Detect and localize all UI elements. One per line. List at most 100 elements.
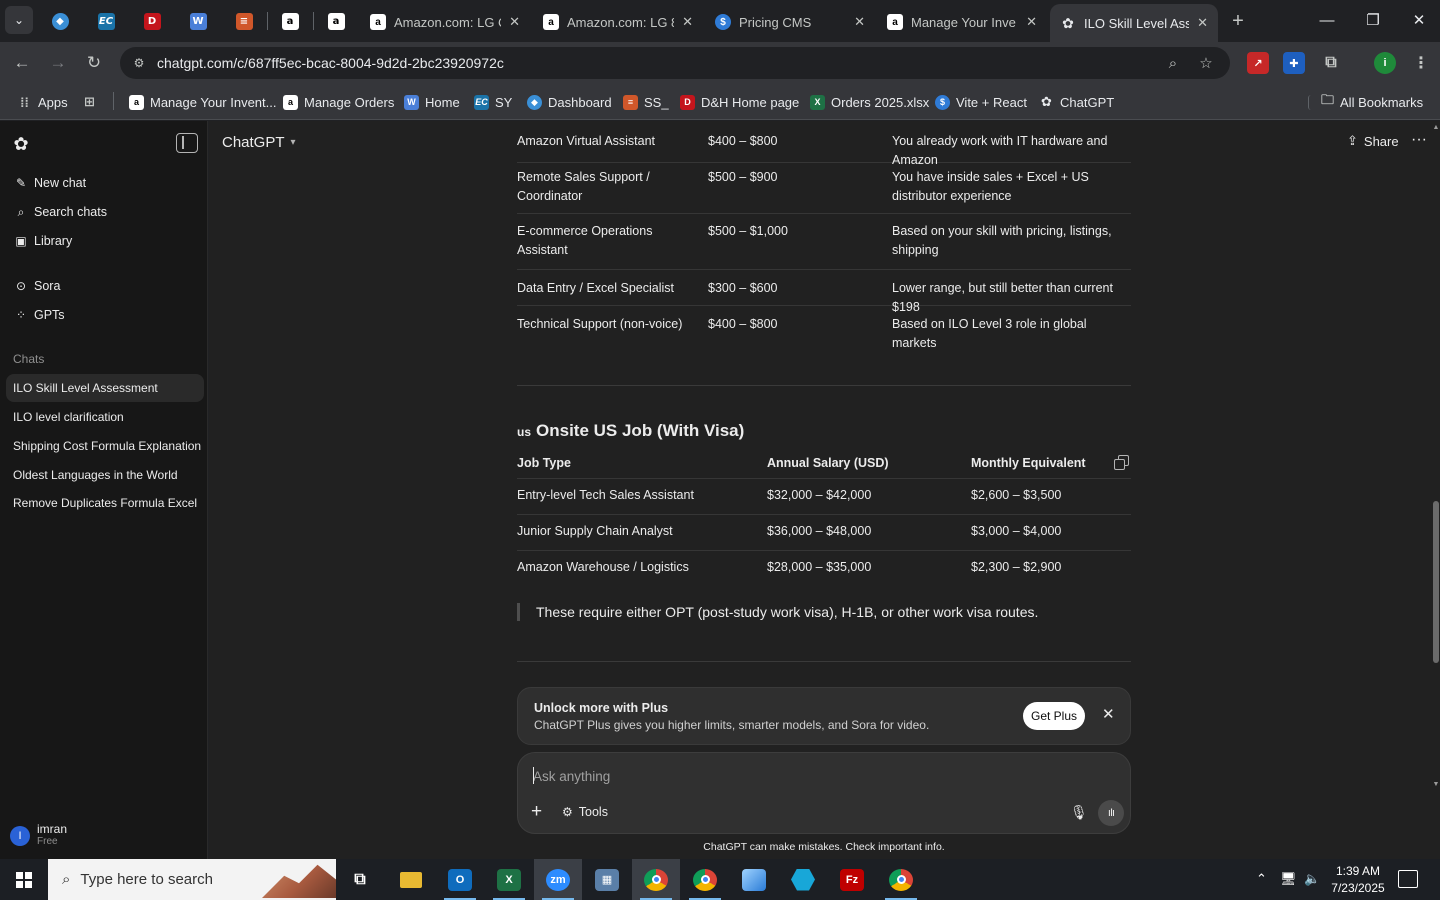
taskbar-calculator[interactable]: ▦ — [583, 859, 631, 900]
address-bar[interactable]: ⚙ chatgpt.com/c/687ff5ec-bcac-8004-9d2d-… — [120, 47, 1230, 79]
plus-icon[interactable]: + — [531, 801, 542, 823]
bookmark-ss[interactable]: ≡ SS_ — [623, 92, 669, 112]
pinned-tab[interactable]: EC — [93, 8, 119, 34]
scroll-up-icon[interactable]: ▲ — [1432, 124, 1440, 131]
new-chat-button[interactable]: ✎ New chat — [6, 169, 202, 197]
pinned-tab[interactable]: a — [323, 8, 349, 34]
column-header: Monthly Equivalent — [971, 456, 1086, 470]
copy-table-icon[interactable] — [1114, 455, 1129, 470]
site-settings-icon[interactable]: ⚙ — [130, 54, 148, 72]
bookmark-apps[interactable]: ⁞⁞ Apps — [17, 92, 67, 112]
bookmark-manage-inventory[interactable]: a Manage Your Invent... — [129, 92, 276, 112]
note-cell: You have inside sales + Excel + US distr… — [892, 170, 1089, 203]
extension-pdf-icon[interactable]: ↗ — [1247, 52, 1269, 74]
taskbar-search[interactable]: ⌕ Type here to search — [48, 859, 336, 900]
close-icon[interactable]: ✕ — [1026, 14, 1037, 30]
taskbar-zoom[interactable]: zm — [534, 859, 582, 900]
model-picker[interactable]: ChatGPT ▾ — [222, 134, 296, 151]
tools-button[interactable]: ⚙ Tools — [562, 805, 608, 819]
bookmark-dashboard[interactable]: ◆ Dashboard — [527, 92, 612, 112]
tab-title: Manage Your Inve — [911, 14, 1016, 30]
menu-kebab-icon[interactable]: ⋮ — [1410, 52, 1432, 74]
reload-button[interactable]: ↻ — [80, 49, 108, 77]
gpts-button[interactable]: ⁘ GPTs — [6, 301, 202, 329]
extensions-puzzle-icon[interactable]: ⧉ — [1320, 52, 1342, 74]
bookmark-dh-home[interactable]: D D&H Home page — [680, 92, 799, 112]
chat-item-ilo-skill-level[interactable]: ILO Skill Level Assessment — [6, 374, 204, 402]
more-options-icon[interactable]: ··· — [1411, 131, 1427, 149]
taskbar-chrome-1[interactable] — [632, 859, 680, 900]
minimize-button[interactable]: — — [1304, 5, 1350, 35]
all-bookmarks[interactable]: 🗀 All Bookmarks — [1308, 92, 1423, 112]
taskbar-chrome-3[interactable] — [877, 859, 925, 900]
taskbar-app-hex[interactable] — [779, 859, 827, 900]
pinned-tab[interactable]: ◆ — [47, 8, 73, 34]
tab-ilo-skill-level[interactable]: ✿ ILO Skill Level Asse ✕ — [1050, 4, 1218, 42]
taskbar-app-blue[interactable] — [730, 859, 778, 900]
tray-overflow-icon[interactable]: ⌃ — [1256, 871, 1267, 887]
bookmark-sy[interactable]: EC SY — [474, 92, 512, 112]
avatar: I — [10, 825, 30, 846]
star-icon[interactable]: ☆ — [1196, 53, 1216, 73]
bookmark-manage-orders[interactable]: a Manage Orders — [283, 92, 394, 112]
scroll-down-icon[interactable]: ▼ — [1432, 781, 1440, 788]
tab-amazon-lg-c[interactable]: a Amazon.com: LG C ✕ — [360, 5, 530, 39]
search-chats-button[interactable]: ⌕ Search chats — [6, 198, 202, 226]
taskbar-outlook[interactable]: O — [436, 859, 484, 900]
chat-item-ilo-level-clarification[interactable]: ILO level clarification — [6, 403, 204, 431]
amazon-icon: a — [370, 14, 386, 30]
notification-icon[interactable] — [1398, 870, 1418, 888]
volume-icon[interactable]: 🔈 — [1304, 871, 1320, 887]
profile-avatar[interactable]: i — [1374, 52, 1396, 74]
close-icon[interactable]: ✕ — [1197, 15, 1208, 31]
taskbar-file-explorer[interactable] — [387, 859, 435, 900]
chat-item-shipping-cost[interactable]: Shipping Cost Formula Explanation — [6, 432, 204, 460]
tab-pricing-cms[interactable]: $ Pricing CMS ✕ — [705, 5, 875, 39]
restore-button[interactable]: ❐ — [1350, 5, 1396, 35]
system-clock[interactable]: 1:39 AM 7/23/2025 — [1326, 863, 1390, 897]
taskbar-filezilla[interactable]: Fz — [828, 859, 876, 900]
url-text[interactable]: chatgpt.com/c/687ff5ec-bcac-8004-9d2d-2b… — [157, 55, 504, 71]
user-profile[interactable]: I imran Free — [10, 823, 67, 848]
bookmark-chatgpt[interactable]: ✿ ChatGPT — [1039, 92, 1114, 112]
back-button[interactable]: ← — [8, 49, 36, 77]
bookmark-vite-react[interactable]: $ Vite + React — [935, 92, 1027, 112]
microphone-icon[interactable]: 🎙 — [1070, 804, 1088, 821]
extension-blue-icon[interactable]: ✚ — [1283, 52, 1305, 74]
task-view-button[interactable]: ⧉ — [336, 859, 384, 900]
share-button[interactable]: ⇪ Share — [1347, 133, 1399, 149]
close-icon[interactable]: ✕ — [509, 14, 520, 30]
get-plus-button[interactable]: Get Plus — [1023, 702, 1085, 730]
forward-button[interactable]: → — [44, 49, 72, 77]
pinned-tab[interactable]: W — [185, 8, 211, 34]
taskbar-chrome-2[interactable] — [681, 859, 729, 900]
sora-button[interactable]: ⊙ Sora — [6, 272, 202, 300]
prompt-input[interactable] — [533, 767, 1073, 785]
network-icon[interactable]: 🖥 — [1280, 871, 1297, 887]
sidebar-toggle-icon[interactable] — [176, 133, 198, 153]
bookmark-tab-groups[interactable]: ⊞ — [82, 92, 103, 112]
close-icon[interactable]: ✕ — [682, 14, 693, 30]
zoom-icon[interactable]: ⌕ — [1163, 53, 1183, 73]
scrollbar-thumb[interactable] — [1433, 501, 1439, 663]
bookmark-home[interactable]: W Home — [404, 92, 460, 112]
new-tab-button[interactable]: + — [1225, 8, 1251, 34]
close-window-button[interactable]: ✕ — [1396, 5, 1440, 35]
pinned-tab[interactable]: ≡ — [231, 8, 257, 34]
tab-manage-inventory[interactable]: a Manage Your Inve ✕ — [877, 5, 1047, 39]
voice-mode-button[interactable]: ıIı — [1098, 800, 1124, 826]
close-icon[interactable]: ✕ — [854, 14, 865, 30]
page-scrollbar[interactable]: ▲ ▼ — [1432, 121, 1440, 859]
library-button[interactable]: ▣ Library — [6, 227, 202, 255]
start-button[interactable] — [0, 859, 48, 900]
tab-search-button[interactable]: ⌄ — [5, 6, 33, 34]
chat-item-remove-duplicates[interactable]: Remove Duplicates Formula Excel — [6, 489, 204, 517]
close-icon[interactable]: ✕ — [1102, 705, 1115, 723]
pinned-tab[interactable]: a — [277, 8, 303, 34]
taskbar-excel[interactable]: X — [485, 859, 533, 900]
chatgpt-logo-icon[interactable]: ✿ — [10, 133, 32, 155]
chat-item-oldest-languages[interactable]: Oldest Languages in the World — [6, 461, 204, 489]
bookmark-orders-xlsx[interactable]: X Orders 2025.xlsx — [810, 92, 929, 112]
pinned-tab[interactable]: D — [139, 8, 165, 34]
tab-amazon-lg-8[interactable]: a Amazon.com: LG 8 ✕ — [533, 5, 703, 39]
